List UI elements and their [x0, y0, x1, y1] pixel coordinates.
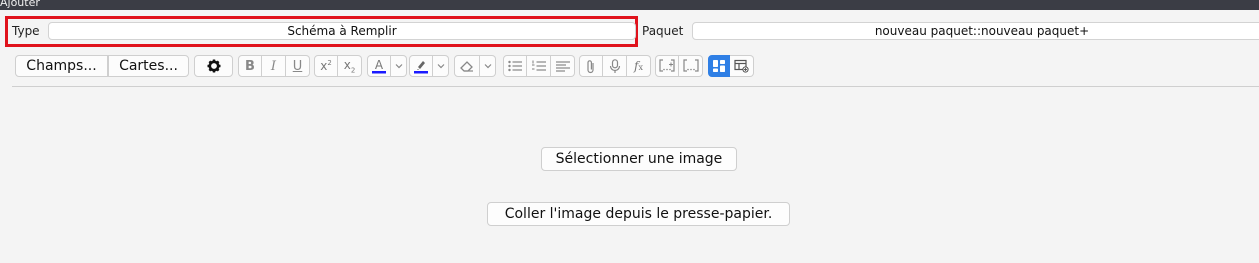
chevron-down-icon: [484, 64, 491, 69]
bold-button[interactable]: B: [238, 55, 262, 77]
bullet-list-icon: [508, 60, 522, 72]
highlight-icon: [414, 61, 428, 74]
italic-icon: I: [270, 58, 277, 74]
highlight-dropdown[interactable]: [433, 55, 449, 77]
svg-text:A: A: [375, 58, 384, 72]
subscript-badge: 2: [350, 66, 356, 75]
image-occlusion-toggle-button[interactable]: [730, 55, 754, 77]
italic-button[interactable]: I: [262, 55, 286, 77]
fields-button[interactable]: Champs...: [15, 55, 108, 77]
attach-button[interactable]: [579, 55, 603, 77]
subscript-icon: x2: [343, 57, 356, 75]
underline-icon: U: [292, 58, 303, 74]
window-title: Ajouter: [0, 0, 40, 9]
window-titlebar: Ajouter: [0, 0, 1259, 10]
paste-image-button[interactable]: Coller l'image depuis le presse-papier.: [487, 202, 790, 226]
note-type-selector[interactable]: Schéma à Remplir: [48, 22, 636, 40]
highlight-button[interactable]: [409, 55, 433, 77]
eraser-icon: [460, 61, 473, 72]
align-button[interactable]: [551, 55, 575, 77]
text-color-dropdown[interactable]: [391, 55, 407, 77]
gear-icon: [207, 59, 220, 73]
text-color-icon: A: [372, 58, 386, 74]
chevron-down-icon: [395, 64, 402, 69]
bold-icon: B: [245, 58, 255, 74]
cloze-button[interactable]: [655, 55, 679, 77]
options-button[interactable]: [194, 55, 233, 77]
image-occlusion-button[interactable]: [708, 55, 730, 77]
image-occlusion-icon: [713, 60, 725, 72]
cloze-icon: [659, 59, 675, 72]
table-toggle-icon: [734, 59, 749, 73]
editor-toolbar: Champs... Cartes... B I U x2 x2 A fx: [0, 53, 1259, 79]
align-icon: [555, 61, 570, 72]
cloze-same-icon: [682, 59, 699, 72]
microphone-icon: [609, 58, 620, 73]
cards-button[interactable]: Cartes...: [108, 55, 189, 77]
math-button[interactable]: fx: [627, 55, 651, 77]
function-icon: fx: [634, 59, 643, 73]
superscript-button[interactable]: x2: [314, 55, 338, 77]
superscript-icon: x2: [320, 59, 332, 73]
clear-format-button[interactable]: [454, 55, 480, 77]
record-audio-button[interactable]: [603, 55, 627, 77]
numbered-list-icon: [531, 60, 546, 71]
clear-format-dropdown[interactable]: [480, 55, 496, 77]
numbered-list-button[interactable]: [527, 55, 551, 77]
select-image-button[interactable]: Sélectionner une image: [541, 147, 737, 171]
note-type-label: Type: [12, 24, 40, 38]
cloze-same-button[interactable]: [679, 55, 703, 77]
chevron-down-icon: [437, 64, 444, 69]
subscript-button[interactable]: x2: [338, 55, 362, 77]
toolbar-divider: [12, 86, 1259, 87]
text-color-button[interactable]: A: [367, 55, 391, 77]
bullet-list-button[interactable]: [503, 55, 527, 77]
attach-icon: [587, 59, 594, 73]
deck-label: Paquet: [642, 24, 684, 38]
superscript-badge: 2: [327, 59, 332, 67]
underline-button[interactable]: U: [286, 55, 310, 77]
deck-selector[interactable]: nouveau paquet::nouveau paquet+: [692, 22, 1259, 40]
